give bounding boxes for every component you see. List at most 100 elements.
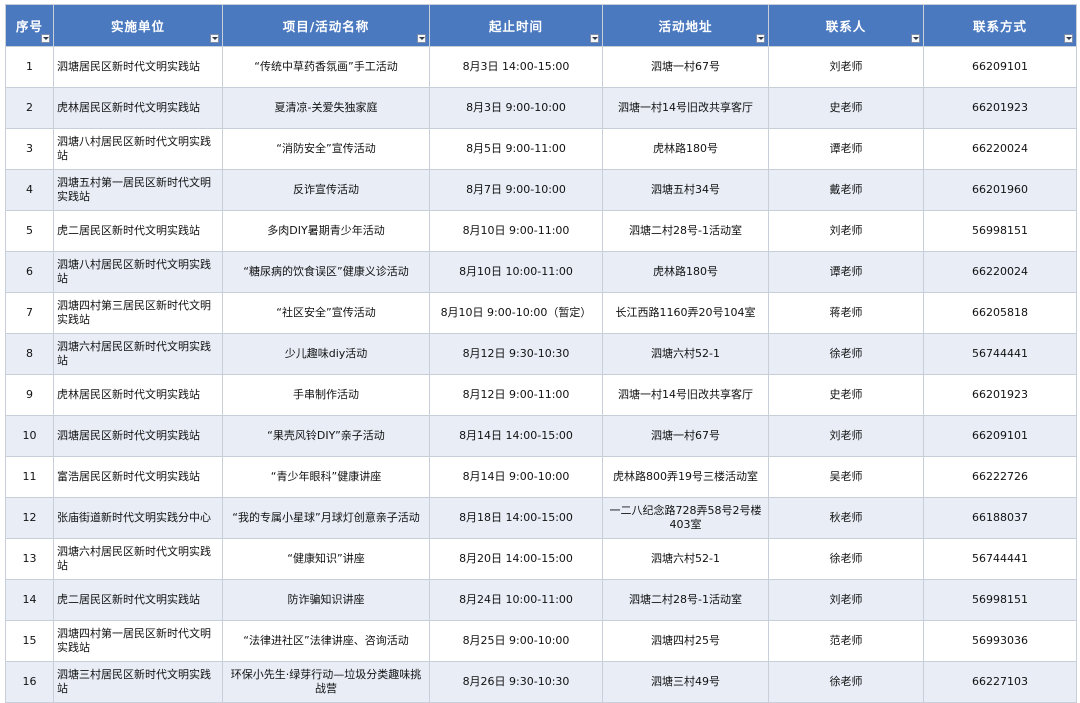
cell-address[interactable]: 长江西路1160弄20号104室 [602, 292, 769, 334]
cell-unit[interactable]: 泗塘六村居民区新时代文明实践站 [53, 333, 223, 375]
cell-activity[interactable]: 防诈骗知识讲座 [222, 579, 430, 621]
cell-unit[interactable]: 泗塘居民区新时代文明实践站 [53, 46, 223, 88]
cell-address[interactable]: 泗塘三村49号 [602, 661, 769, 703]
cell-address[interactable]: 泗塘一村14号旧改共享客厅 [602, 374, 769, 416]
cell-phone[interactable]: 66201923 [923, 374, 1077, 416]
cell-time[interactable]: 8月26日 9:30-10:30 [429, 661, 603, 703]
table-row[interactable]: 1 泗塘居民区新时代文明实践站 “传统中草药香氛画”手工活动 8月3日 14:00-1… [5, 46, 1077, 88]
cell-phone[interactable]: 66205818 [923, 292, 1077, 334]
cell-activity[interactable]: 手串制作活动 [222, 374, 430, 416]
cell-address[interactable]: 泗塘一村67号 [602, 46, 769, 88]
cell-time[interactable]: 8月14日 9:00-10:00 [429, 456, 603, 498]
cell-activity[interactable]: “健康知识”讲座 [222, 538, 430, 580]
cell-phone[interactable]: 56744441 [923, 333, 1077, 375]
table-row[interactable]: 5 虎二居民区新时代文明实践站 多肉DIY暑期青少年活动 8月10日 9:00-11:… [5, 210, 1077, 252]
cell-activity[interactable]: 多肉DIY暑期青少年活动 [222, 210, 430, 252]
table-row[interactable]: 7 泗塘四村第三居民区新时代文明实践站 “社区安全”宣传活动 8月10日 9:00-1… [5, 292, 1077, 334]
cell-phone[interactable]: 66220024 [923, 128, 1077, 170]
cell-phone[interactable]: 56744441 [923, 538, 1077, 580]
cell-contact[interactable]: 戴老师 [768, 169, 924, 211]
table-row[interactable]: 13 泗塘六村居民区新时代文明实践站 “健康知识”讲座 8月20日 14:00-15:… [5, 538, 1077, 580]
cell-contact[interactable]: 谭老师 [768, 251, 924, 293]
cell-unit[interactable]: 泗塘居民区新时代文明实践站 [53, 415, 223, 457]
cell-index[interactable]: 10 [5, 415, 54, 457]
cell-index[interactable]: 13 [5, 538, 54, 580]
cell-unit[interactable]: 泗塘四村第一居民区新时代文明实践站 [53, 620, 223, 662]
cell-address[interactable]: 虎林路800弄19号三楼活动室 [602, 456, 769, 498]
cell-unit[interactable]: 富浩居民区新时代文明实践站 [53, 456, 223, 498]
cell-phone[interactable]: 66188037 [923, 497, 1077, 539]
cell-activity[interactable]: 环保小先生·绿芽行动—垃圾分类趣味挑战营 [222, 661, 430, 703]
cell-address[interactable]: 泗塘二村28号-1活动室 [602, 210, 769, 252]
cell-contact[interactable]: 蒋老师 [768, 292, 924, 334]
table-row[interactable]: 9 虎林居民区新时代文明实践站 手串制作活动 8月12日 9:00-11:00 泗塘一村… [5, 374, 1077, 416]
cell-contact[interactable]: 吴老师 [768, 456, 924, 498]
cell-unit[interactable]: 泗塘六村居民区新时代文明实践站 [53, 538, 223, 580]
cell-index[interactable]: 8 [5, 333, 54, 375]
cell-index[interactable]: 4 [5, 169, 54, 211]
cell-contact[interactable]: 刘老师 [768, 46, 924, 88]
cell-activity[interactable]: “青少年眼科”健康讲座 [222, 456, 430, 498]
cell-phone[interactable]: 56998151 [923, 210, 1077, 252]
filter-dropdown-icon[interactable] [756, 34, 765, 43]
cell-address[interactable]: 泗塘二村28号-1活动室 [602, 579, 769, 621]
cell-contact[interactable]: 徐老师 [768, 538, 924, 580]
cell-contact[interactable]: 史老师 [768, 87, 924, 129]
cell-address[interactable]: 泗塘五村34号 [602, 169, 769, 211]
cell-phone[interactable]: 66201923 [923, 87, 1077, 129]
cell-time[interactable]: 8月25日 9:00-10:00 [429, 620, 603, 662]
cell-time[interactable]: 8月12日 9:00-11:00 [429, 374, 603, 416]
cell-time[interactable]: 8月10日 9:00-11:00 [429, 210, 603, 252]
cell-time[interactable]: 8月20日 14:00-15:00 [429, 538, 603, 580]
cell-time[interactable]: 8月7日 9:00-10:00 [429, 169, 603, 211]
cell-address[interactable]: 泗塘一村67号 [602, 415, 769, 457]
cell-contact[interactable]: 徐老师 [768, 333, 924, 375]
table-row[interactable]: 8 泗塘六村居民区新时代文明实践站 少儿趣味diy活动 8月12日 9:30-10:3… [5, 333, 1077, 375]
cell-address[interactable]: 泗塘六村52-1 [602, 333, 769, 375]
cell-index[interactable]: 3 [5, 128, 54, 170]
table-row[interactable]: 6 泗塘八村居民区新时代文明实践站 “糖尿病的饮食误区”健康义诊活动 8月10日 10… [5, 251, 1077, 293]
cell-time[interactable]: 8月10日 10:00-11:00 [429, 251, 603, 293]
cell-unit[interactable]: 虎二居民区新时代文明实践站 [53, 579, 223, 621]
cell-index[interactable]: 6 [5, 251, 54, 293]
cell-time[interactable]: 8月24日 10:00-11:00 [429, 579, 603, 621]
cell-activity[interactable]: 夏清凉-关爱失独家庭 [222, 87, 430, 129]
cell-phone[interactable]: 66209101 [923, 415, 1077, 457]
cell-phone[interactable]: 56993036 [923, 620, 1077, 662]
cell-contact[interactable]: 刘老师 [768, 210, 924, 252]
cell-contact[interactable]: 徐老师 [768, 661, 924, 703]
table-row[interactable]: 14 虎二居民区新时代文明实践站 防诈骗知识讲座 8月24日 10:00-11:00 泗… [5, 579, 1077, 621]
cell-address[interactable]: 虎林路180号 [602, 128, 769, 170]
filter-dropdown-icon[interactable] [417, 34, 426, 43]
cell-unit[interactable]: 泗塘八村居民区新时代文明实践站 [53, 251, 223, 293]
table-row[interactable]: 16 泗塘三村居民区新时代文明实践站 环保小先生·绿芽行动—垃圾分类趣味挑战营 8月2… [5, 661, 1077, 703]
cell-unit[interactable]: 虎二居民区新时代文明实践站 [53, 210, 223, 252]
cell-index[interactable]: 14 [5, 579, 54, 621]
cell-unit[interactable]: 虎林居民区新时代文明实践站 [53, 87, 223, 129]
cell-phone[interactable]: 66209101 [923, 46, 1077, 88]
cell-index[interactable]: 15 [5, 620, 54, 662]
cell-address[interactable]: 虎林路180号 [602, 251, 769, 293]
filter-dropdown-icon[interactable] [1064, 34, 1073, 43]
cell-address[interactable]: 泗塘四村25号 [602, 620, 769, 662]
cell-unit[interactable]: 张庙街道新时代文明实践分中心 [53, 497, 223, 539]
cell-contact[interactable]: 刘老师 [768, 579, 924, 621]
cell-unit[interactable]: 虎林居民区新时代文明实践站 [53, 374, 223, 416]
filter-dropdown-icon[interactable] [210, 34, 219, 43]
cell-time[interactable]: 8月5日 9:00-11:00 [429, 128, 603, 170]
filter-dropdown-icon[interactable] [911, 34, 920, 43]
filter-dropdown-icon[interactable] [41, 34, 50, 43]
cell-activity[interactable]: “果壳风铃DIY”亲子活动 [222, 415, 430, 457]
cell-activity[interactable]: 反诈宣传活动 [222, 169, 430, 211]
cell-time[interactable]: 8月3日 14:00-15:00 [429, 46, 603, 88]
cell-phone[interactable]: 66222726 [923, 456, 1077, 498]
table-row[interactable]: 4 泗塘五村第一居民区新时代文明实践站 反诈宣传活动 8月7日 9:00-10:00 泗… [5, 169, 1077, 211]
cell-time[interactable]: 8月18日 14:00-15:00 [429, 497, 603, 539]
cell-activity[interactable]: “法律进社区”法律讲座、咨询活动 [222, 620, 430, 662]
cell-index[interactable]: 11 [5, 456, 54, 498]
cell-unit[interactable]: 泗塘三村居民区新时代文明实践站 [53, 661, 223, 703]
cell-index[interactable]: 2 [5, 87, 54, 129]
table-row[interactable]: 3 泗塘八村居民区新时代文明实践站 “消防安全”宣传活动 8月5日 9:00-11:0… [5, 128, 1077, 170]
filter-dropdown-icon[interactable] [590, 34, 599, 43]
table-row[interactable]: 12 张庙街道新时代文明实践分中心 “我的专属小星球”月球灯创意亲子活动 8月18日 … [5, 497, 1077, 539]
